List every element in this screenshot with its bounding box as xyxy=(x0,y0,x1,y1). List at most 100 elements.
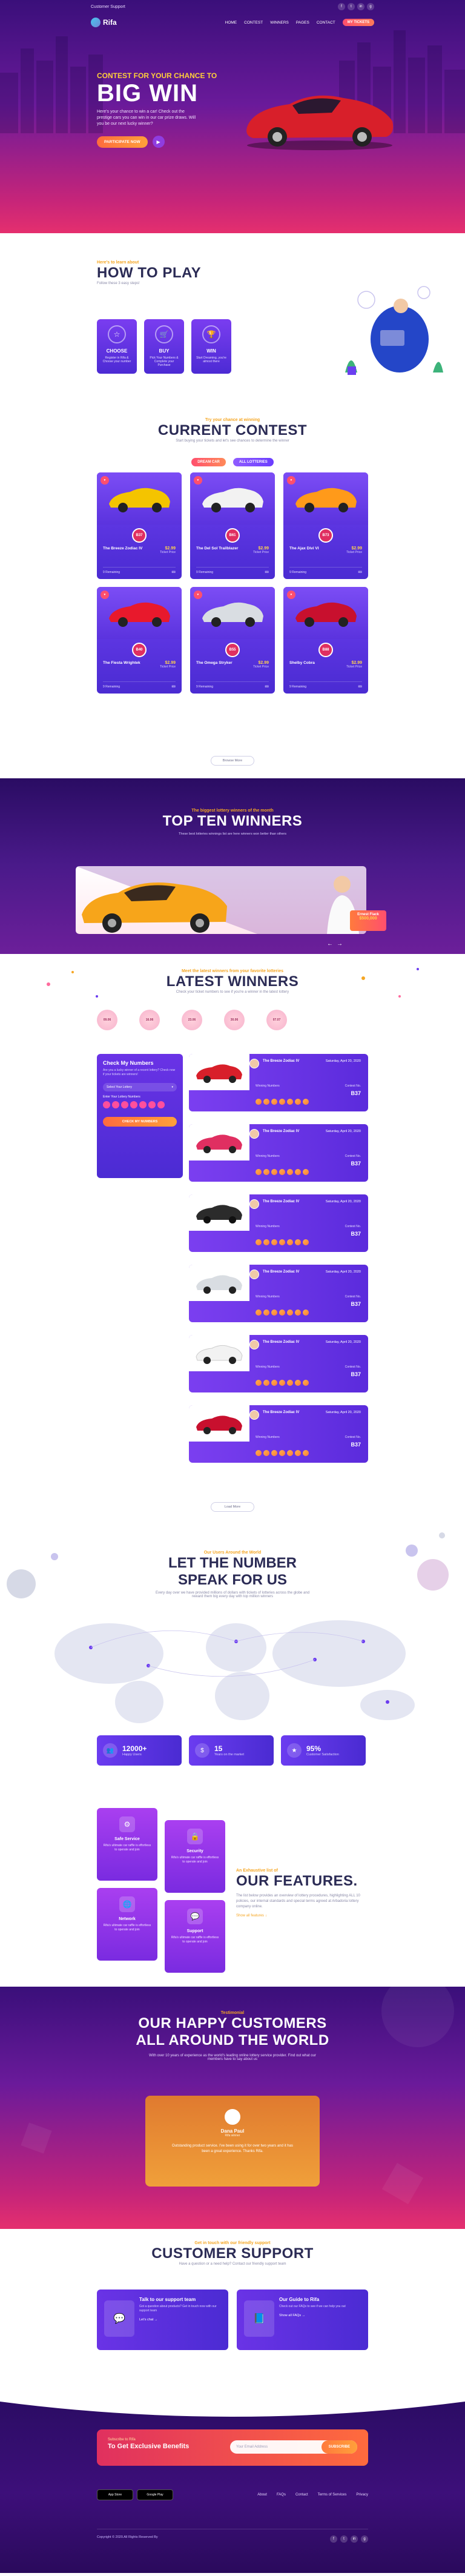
draw-date[interactable]: 30.06 xyxy=(224,1010,245,1030)
orange-car-image xyxy=(76,866,366,934)
contest-label: Contest No. xyxy=(345,1084,361,1088)
avatar xyxy=(249,1059,259,1068)
step-buy-card[interactable]: 🛒 BUY Pick Your Numbers & Complete your … xyxy=(144,319,184,374)
contest-card[interactable]: ♥ B61 The Del Sol Trailblazer $2.99 Ticket… xyxy=(190,472,275,579)
google-play-button[interactable]: Google Play xyxy=(137,2489,173,2500)
favorite-icon[interactable]: ♥ xyxy=(287,591,295,599)
winning-balls xyxy=(256,1099,309,1105)
number-input[interactable] xyxy=(112,1101,119,1108)
customer-support-link[interactable]: Customer Support xyxy=(91,5,125,9)
support-eyebrow: Get in touch with our friendly support xyxy=(194,2241,271,2245)
number-input[interactable] xyxy=(139,1101,147,1108)
number-input[interactable] xyxy=(103,1101,110,1108)
footer-link-faqs[interactable]: FAQs xyxy=(277,2493,286,2497)
footer: Subscribe to Rifa To Get Exclusive Benef… xyxy=(0,2396,465,2573)
winner-row[interactable]: The Breeze Zodiac IV Saturday, April 20,… xyxy=(189,1054,368,1111)
feature-safe-service: ⚙ Safe Service Rifa's ultimate car raffle … xyxy=(97,1808,157,1881)
subscribe-button[interactable]: SUBSCRIBE xyxy=(321,2440,357,2454)
numbers-label: Enter Your Lottery Numbers xyxy=(103,1095,140,1099)
favorite-icon[interactable]: ♥ xyxy=(287,476,295,485)
footer-link-terms[interactable]: Terms of Services xyxy=(318,2493,347,2497)
google-icon[interactable]: g xyxy=(361,2535,368,2543)
testimonial-section: Testimonial OUR HAPPY CUSTOMERS ALL AROU… xyxy=(0,1987,465,2229)
feature-support: 💬 Support Rifa's ultimate car raffle is ef… xyxy=(165,1900,225,1973)
world-map xyxy=(54,1620,415,1723)
draw-date[interactable]: 16.06 xyxy=(139,1010,160,1030)
email-field[interactable]: Your Email Address SUBSCRIBE xyxy=(230,2440,357,2454)
car-name: The Del Sol Trailblazer xyxy=(196,546,239,551)
footer-link-about[interactable]: About xyxy=(257,2493,267,2497)
winner-row[interactable]: The Breeze Zodiac IV Saturday, April 20,… xyxy=(189,1194,368,1252)
book-icon: 📘 xyxy=(244,2300,274,2337)
arrow-left-icon[interactable]: ← xyxy=(327,941,333,947)
contest-header: Try your chance at winning CURRENT CONTE… xyxy=(0,418,465,443)
draw-date[interactable]: 07.07 xyxy=(266,1010,287,1030)
draw-date[interactable]: 23.06 xyxy=(182,1010,202,1030)
footer-link-contact[interactable]: Contact xyxy=(295,2493,308,2497)
card-footer: 9 Remaining 🎟 xyxy=(196,567,269,574)
show-faqs-link[interactable]: Show all FAQs → xyxy=(279,2314,368,2317)
number-input[interactable] xyxy=(130,1101,137,1108)
favorite-icon[interactable]: ♥ xyxy=(101,591,109,599)
facebook-icon[interactable]: f xyxy=(330,2535,337,2543)
number-input[interactable] xyxy=(148,1101,156,1108)
contest-card[interactable]: ♥ B40 The Fiesta Wrightek $2.99 Ticket Pri… xyxy=(97,587,182,694)
talk-support-card[interactable]: 💬 Talk to our support team Got a questio… xyxy=(97,2290,228,2350)
support-card-description: Got a question about products? Get in to… xyxy=(139,2305,217,2313)
car-image xyxy=(189,1405,249,1442)
play-video-icon[interactable]: ▶ xyxy=(152,136,165,148)
twitter-icon[interactable]: t xyxy=(340,2535,348,2543)
contest-card[interactable]: ♥ B55 The Omega Stryker $2.99 Ticket Price… xyxy=(190,587,275,694)
winner-row[interactable]: The Breeze Zodiac IV Saturday, April 20,… xyxy=(189,1335,368,1392)
linkedin-icon[interactable]: in xyxy=(351,2535,358,2543)
number-input[interactable] xyxy=(121,1101,128,1108)
contest-label: Contest No. xyxy=(345,1154,361,1158)
contest-card[interactable]: ♥ B37 The Breeze Zodiac IV $2.99 Ticket Pr… xyxy=(97,472,182,579)
contest-card[interactable]: ♥ B73 The Ajax Divi VI $2.99 Ticket Price … xyxy=(283,472,368,579)
lottery-select[interactable]: Select Your Lottery ▾ xyxy=(103,1083,177,1091)
number-input[interactable] xyxy=(157,1101,165,1108)
hero-title: BIG WIN xyxy=(97,80,198,107)
winner-row[interactable]: The Breeze Zodiac IV Saturday, April 20,… xyxy=(189,1265,368,1322)
guide-card[interactable]: 📘 Our Guide to Rifa Check out our FAQs t… xyxy=(237,2290,368,2350)
twitter-icon[interactable]: t xyxy=(348,3,355,10)
features-grid: ⚙ Safe Service Rifa's ultimate car raffle … xyxy=(97,1808,230,1978)
google-icon[interactable]: g xyxy=(367,3,374,10)
car-image xyxy=(283,472,368,525)
draw-date[interactable]: 09.06 xyxy=(97,1010,117,1030)
footer-link-privacy[interactable]: Privacy xyxy=(356,2493,368,2497)
contest-card[interactable]: ♥ B88 Shelby Cobra $2.99 Ticket Price 9 Re… xyxy=(283,587,368,694)
favorite-icon[interactable]: ♥ xyxy=(101,476,109,485)
arrow-right-icon[interactable]: → xyxy=(337,941,343,947)
contest-badge: B73 xyxy=(318,528,333,543)
person-laptop-illustration xyxy=(345,286,443,375)
browse-more-button[interactable]: Browse More xyxy=(211,756,254,766)
step-choose-card[interactable]: ☆ CHOOSE Register in Rifa & Choose your … xyxy=(97,319,137,374)
show-all-features-link[interactable]: Show all features ↓ xyxy=(236,1913,369,1919)
step-win-card[interactable]: 🏆 WIN Start Dreaming, you're almost ther… xyxy=(191,319,231,374)
linkedin-icon[interactable]: in xyxy=(357,3,364,10)
features-description: The list below provides an overview of l… xyxy=(236,1894,360,1909)
how-eyebrow: Here's to learn about xyxy=(97,260,139,265)
load-more-button[interactable]: Load More xyxy=(211,1502,254,1512)
chevron-down-icon: ▾ xyxy=(171,1085,173,1089)
tab-dream-car[interactable]: DREAM CAR xyxy=(191,458,226,466)
feature-security: 🔒 Security Rifa's ultimate car raffle is e… xyxy=(165,1820,225,1893)
winner-row[interactable]: The Breeze Zodiac IV Saturday, April 20,… xyxy=(189,1405,368,1463)
ticket-price-label: Ticket Price xyxy=(160,665,176,669)
feature-description: Rifa's ultimate car raffle is effortless… xyxy=(103,1924,151,1932)
numbers-eyebrow: Our Users Around the World xyxy=(203,1551,262,1555)
participate-now-button[interactable]: PARTICIPATE NOW xyxy=(97,136,148,148)
facebook-icon[interactable]: f xyxy=(338,3,345,10)
car-image xyxy=(97,587,182,639)
lets-chat-link[interactable]: Let's chat → xyxy=(139,2318,228,2322)
check-my-numbers-button[interactable]: CHECK MY NUMBERS xyxy=(103,1117,177,1127)
tab-all-lotteries[interactable]: ALL LOTTERIES xyxy=(232,458,274,466)
card-footer: 9 Remaining 🎟 xyxy=(289,567,362,574)
contest-number: B37 xyxy=(351,1090,361,1096)
winner-row[interactable]: The Breeze Zodiac IV Saturday, April 20,… xyxy=(189,1124,368,1182)
app-store-button[interactable]: App Store xyxy=(97,2489,133,2500)
ticket-price: $2.99 xyxy=(165,661,176,665)
favorite-icon[interactable]: ♥ xyxy=(194,591,202,599)
favorite-icon[interactable]: ♥ xyxy=(194,476,202,485)
